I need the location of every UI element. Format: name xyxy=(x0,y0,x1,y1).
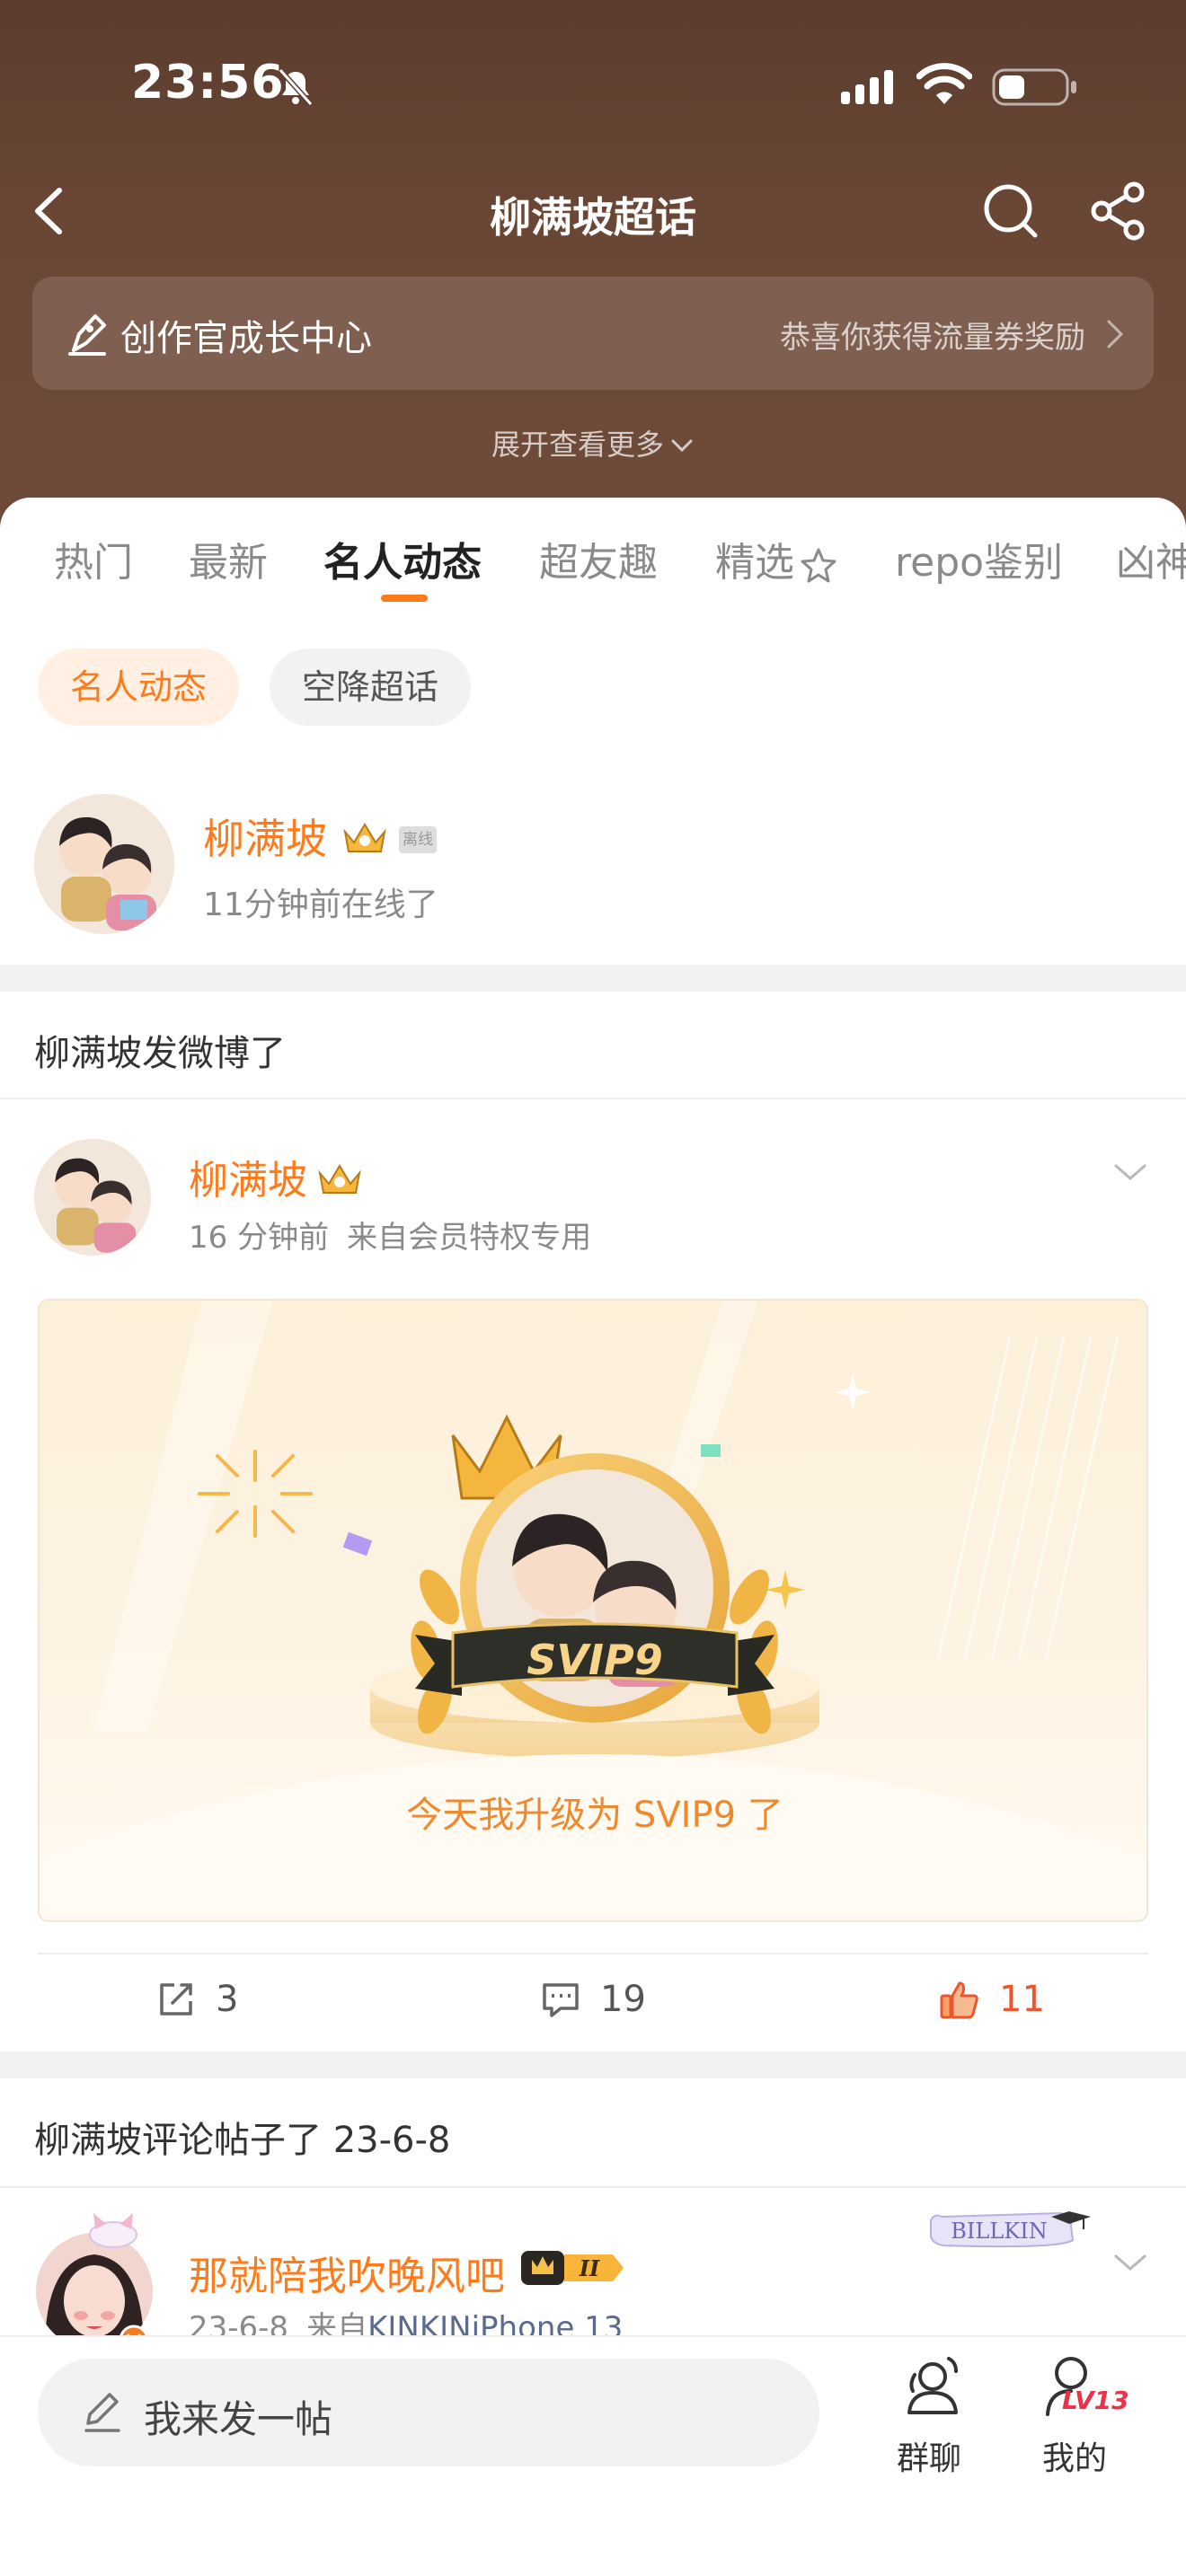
divider xyxy=(0,1098,1186,1099)
repost-icon xyxy=(160,1983,192,2016)
chip-airdrop[interactable]: 空降超话 xyxy=(270,648,472,726)
chevron-down-icon xyxy=(671,439,693,453)
share-icon[interactable] xyxy=(1089,180,1148,243)
group-chat-icon xyxy=(907,2357,958,2414)
billkin-badge-text: BILLKIN xyxy=(951,2219,1047,2244)
divider xyxy=(0,2186,1186,2188)
section-title-comment: 柳满坡评论帖子了 23-6-8 xyxy=(34,2120,451,2161)
wifi-icon xyxy=(916,63,972,104)
creator-pen-icon xyxy=(68,314,106,356)
growth-center-title: 创作官成长中心 xyxy=(120,318,372,359)
chevron-down-icon[interactable] xyxy=(1111,2249,1150,2276)
like-count: 11 xyxy=(999,1979,1045,2020)
star-icon xyxy=(801,548,836,583)
tab-celebrity[interactable]: 名人动态 xyxy=(323,530,482,587)
comment-button[interactable]: 19 xyxy=(539,1954,646,2044)
chevron-down-icon[interactable] xyxy=(1111,1159,1150,1186)
growth-reward-text: 恭喜你获得流量券奖励 xyxy=(780,320,1085,356)
mine-label: 我的 xyxy=(1041,2440,1107,2477)
chevron-right-icon xyxy=(1107,320,1124,348)
tab-featured-label: 精选 xyxy=(715,540,794,586)
group-chat-label: 群聊 xyxy=(896,2440,961,2477)
bell-muted-icon xyxy=(278,67,314,107)
section-title-weibo: 柳满坡发微博了 xyxy=(34,1033,286,1074)
tab-hot[interactable]: 热门 xyxy=(54,530,133,587)
like-button[interactable]: 11 xyxy=(938,1954,1045,2044)
chip-celebrity-updates[interactable]: 名人动态 xyxy=(38,648,240,726)
svip-caption: 今天我升级为 SVIP9 了 xyxy=(406,1795,783,1836)
group-chat-button[interactable]: 群聊 xyxy=(875,2353,983,2479)
status-time: 23:56 xyxy=(131,56,285,110)
growth-center-banner[interactable]: 创作官成长中心 恭喜你获得流量券奖励 xyxy=(32,277,1154,390)
post-meta: 16 分钟前 来自会员特权专用 xyxy=(189,1213,591,1257)
header: 23:56 柳满坡超话 创作官成长中心 恭喜你获得流量券奖励 展开查看更多 xyxy=(0,0,1186,539)
section-divider xyxy=(0,965,1186,992)
celebrity-avatar[interactable] xyxy=(34,794,174,934)
comment-count: 19 xyxy=(600,1979,646,2020)
comment-icon xyxy=(543,1983,579,2017)
svip-badge-text: SVIP9 xyxy=(527,1636,663,1684)
fan-level-badge-icon: II xyxy=(521,2251,624,2285)
billkin-badge-icon: BILLKIN xyxy=(930,2211,1091,2248)
bottom-bar: 我来发一帖 群聊 LV13 我的 xyxy=(0,2335,1186,2576)
content-sheet: 热门 最新 名人动态 超友趣 精选 repo鉴别 凶神 名人动态 空降超话 柳满… xyxy=(0,498,1186,2576)
pencil-icon xyxy=(84,2393,120,2432)
post-author-name[interactable]: 柳满坡 xyxy=(189,1148,307,1205)
repost-count: 3 xyxy=(216,1979,239,2020)
offline-tag: 离线 xyxy=(399,826,437,853)
cellular-signal-icon xyxy=(841,70,893,104)
search-icon[interactable] xyxy=(981,180,1040,243)
thumbs-up-icon xyxy=(940,1981,978,2019)
post-actions: 3 19 11 xyxy=(0,1954,1186,2044)
tab-active-indicator xyxy=(381,595,428,602)
expand-more-button[interactable]: 展开查看更多 xyxy=(0,422,1186,463)
tab-fan-fun[interactable]: 超友趣 xyxy=(539,530,658,587)
post2-author-name[interactable]: 那就陪我吹晚风吧 xyxy=(189,2244,505,2301)
fan-level-text: II xyxy=(579,2255,600,2281)
vip-crown-icon xyxy=(343,823,386,852)
mine-button[interactable]: LV13 我的 xyxy=(1021,2353,1129,2479)
compose-post-input[interactable]: 我来发一帖 xyxy=(38,2359,819,2466)
tab-latest[interactable]: 最新 xyxy=(189,530,268,587)
tab-repo[interactable]: repo鉴别 xyxy=(895,530,1063,587)
celebrity-online-status: 11分钟前在线了 xyxy=(203,887,438,923)
tab-featured[interactable]: 精选 xyxy=(715,530,837,587)
celebrity-name[interactable]: 柳满坡 xyxy=(203,807,327,866)
cat-ears-decoration-icon xyxy=(89,2213,137,2248)
battery-icon xyxy=(992,68,1076,106)
user-level-badge: LV13 xyxy=(1062,2386,1129,2415)
expand-more-label: 展开查看更多 xyxy=(491,428,664,462)
post-source: 来自会员特权专用 xyxy=(347,1220,592,1256)
repost-button[interactable]: 3 xyxy=(155,1954,238,2044)
tab-god[interactable]: 凶神 xyxy=(1116,530,1186,587)
vip-crown-icon xyxy=(318,1164,361,1194)
post-author-avatar[interactable] xyxy=(34,1139,151,1256)
post-time: 16 分钟前 xyxy=(189,1220,330,1256)
svip-upgrade-card[interactable]: SVIP9 今天我升级为 SVIP9 了 xyxy=(38,1299,1148,1922)
section-divider xyxy=(0,2051,1186,2078)
compose-placeholder: 我来发一帖 xyxy=(144,2397,333,2441)
